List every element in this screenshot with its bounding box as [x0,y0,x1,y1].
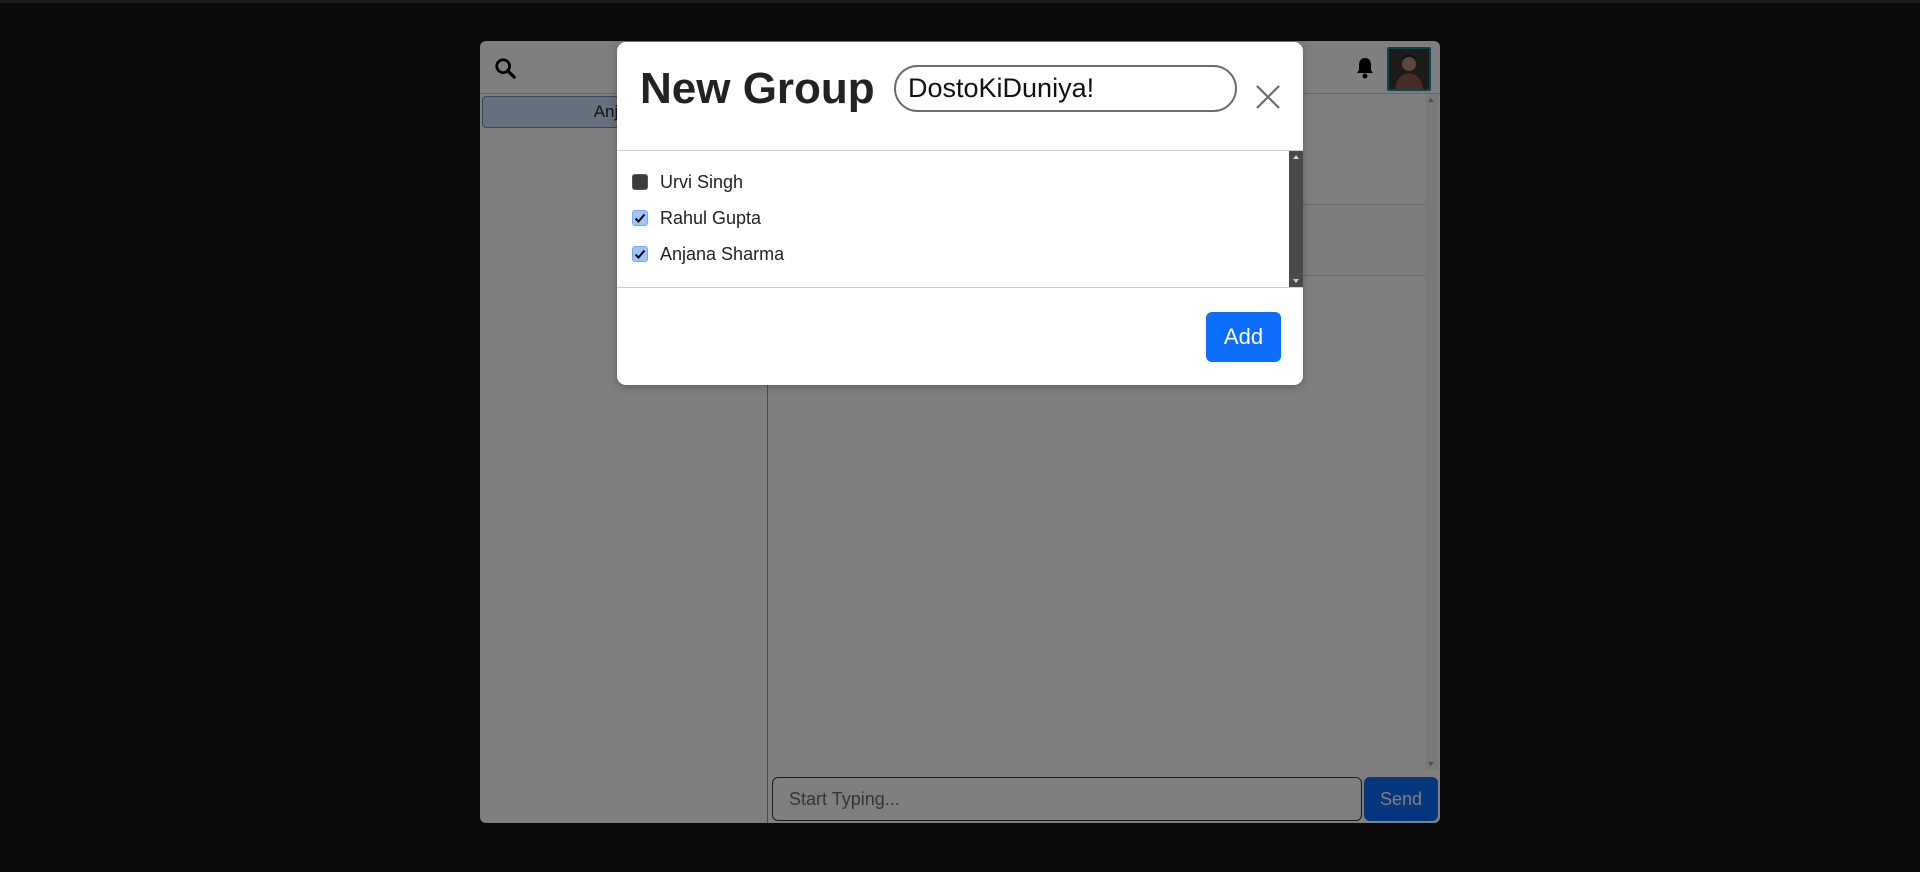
member-checkbox[interactable] [632,246,648,262]
modal-body: Urvi Singh Rahul Gupta Anjana Sharma [617,151,1303,288]
scroll-down-arrow[interactable] [1293,279,1299,283]
member-row[interactable]: Anjana Sharma [617,236,1287,272]
checkmark-icon [634,249,646,259]
checkmark-icon [634,213,646,223]
member-name: Urvi Singh [660,171,744,192]
new-group-modal: New Group Urvi Singh Rahul Gupta [617,42,1303,385]
member-name: Rahul Gupta [660,207,762,228]
close-icon [1256,85,1280,109]
close-button[interactable] [1253,82,1283,112]
scroll-up-arrow[interactable] [1293,155,1299,159]
member-checkbox[interactable] [632,210,648,226]
modal-title: New Group [640,64,875,113]
member-row[interactable]: Urvi Singh [617,164,1287,200]
member-name: Anjana Sharma [660,243,785,264]
add-button[interactable]: Add [1206,312,1281,362]
modal-header: New Group [617,42,1303,151]
member-list-scrollbar[interactable] [1289,151,1303,287]
member-checkbox[interactable] [632,174,648,190]
member-list: Urvi Singh Rahul Gupta Anjana Sharma [617,151,1287,287]
group-name-input[interactable] [894,65,1237,112]
member-row[interactable]: Rahul Gupta [617,200,1287,236]
